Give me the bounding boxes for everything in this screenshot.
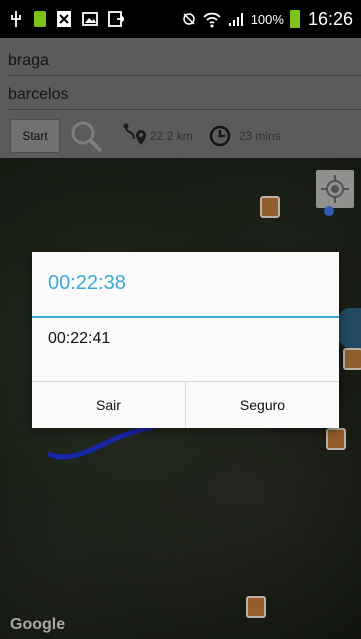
- time-dialog: 00:22:38 00:22:41 Sair Seguro: [32, 252, 339, 428]
- image-icon: [82, 12, 98, 26]
- confirm-button[interactable]: Seguro: [185, 382, 339, 428]
- usb-icon: [11, 11, 21, 27]
- signal-icon: [228, 13, 243, 26]
- dialog-actions: Sair Seguro: [32, 381, 339, 428]
- dialog-message: 00:22:41: [48, 330, 111, 347]
- wifi-icon: [203, 12, 221, 28]
- status-bar: 100% 16:26: [0, 0, 361, 38]
- status-bar-left: [8, 10, 124, 28]
- battery-percent: 100%: [250, 11, 284, 27]
- dialog-title: 00:22:38: [32, 252, 339, 318]
- export-icon: [108, 11, 124, 27]
- excel-icon: [57, 11, 71, 27]
- battery-icon: [289, 10, 300, 28]
- exit-button[interactable]: Sair: [32, 382, 185, 428]
- notification-icon: [34, 11, 46, 27]
- clock-time: 16:26: [307, 8, 353, 29]
- no-data-icon: [182, 13, 195, 25]
- status-bar-right: 100% 16:26: [181, 9, 353, 30]
